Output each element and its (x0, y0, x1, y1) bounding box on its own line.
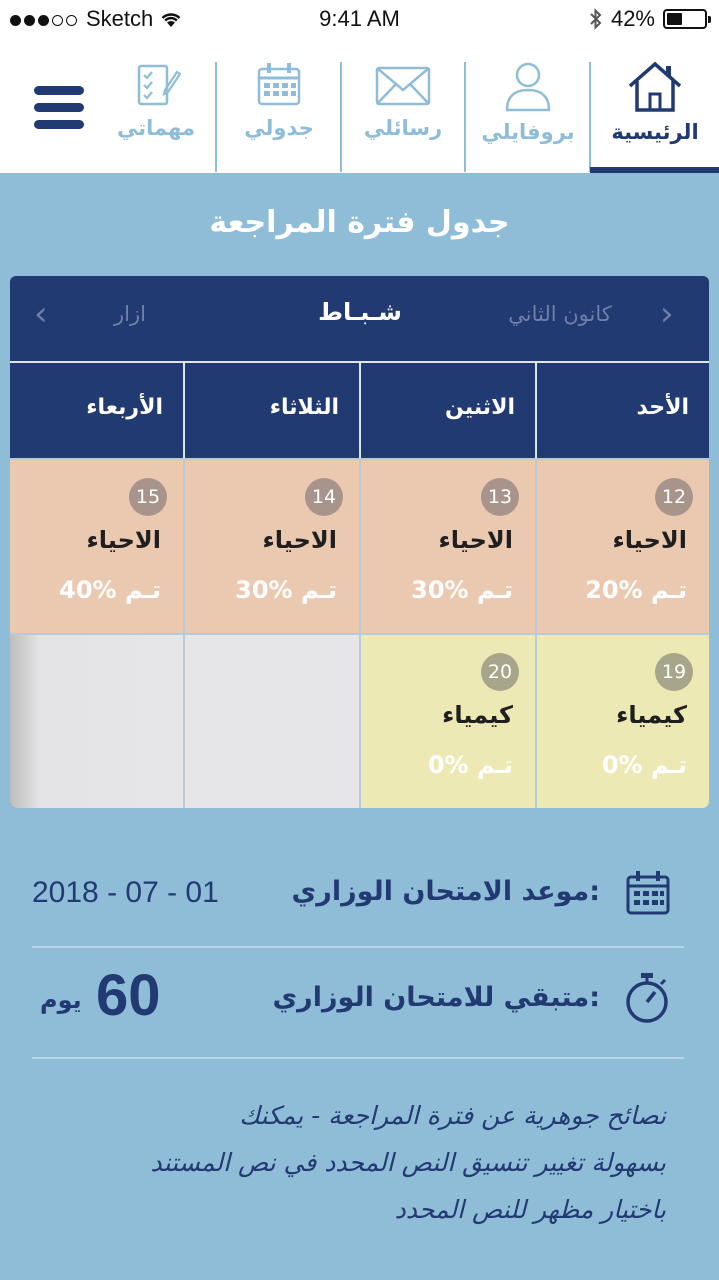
day-subject: كيمياء (442, 701, 513, 729)
day-progress: 30% تـم (411, 576, 513, 604)
day-subject: كيمياء (616, 701, 687, 729)
tab-my-profile[interactable]: بروفايلي (466, 60, 590, 173)
stopwatch-icon (626, 973, 668, 1023)
page-title: جدول فترة المراجعة (209, 205, 510, 240)
tab-home[interactable]: الرئيسية (591, 60, 719, 173)
calendar-icon (626, 871, 670, 915)
bluetooth-icon (590, 8, 602, 30)
calendar-day-cell[interactable]: 14 الاحياء 30% تـم (183, 458, 359, 633)
exam-date-value: 2018 - 07 - 01 (32, 876, 219, 909)
tips-line: بسهولة تغيير تنسيق النص المحدد في نص الم… (150, 1148, 667, 1177)
calendar-icon (257, 63, 301, 106)
day-number: 13 (481, 478, 519, 516)
review-tips-text: نصائح جوهرية عن فترة المراجعة - يمكنك بس… (60, 1092, 667, 1233)
weekday-label: الأحد (535, 363, 709, 460)
tasks-icon (137, 64, 181, 106)
month-prev[interactable]: كانون الثاني (480, 302, 640, 326)
days-remaining-row: متبقي للامتحان الوزاري: 60 يوم (32, 963, 684, 1034)
status-bar: Sketch 9:41 AM 42% (0, 0, 719, 40)
calendar-day-cell[interactable]: 20 كيمياء 0% تـم (359, 633, 535, 808)
day-number: 20 (481, 653, 519, 691)
day-number: 19 (655, 653, 693, 691)
hamburger-menu-icon[interactable] (34, 86, 84, 136)
calendar-empty-cell (183, 633, 359, 808)
calendar-day-cell[interactable]: 13 الاحياء 30% تـم (359, 458, 535, 633)
day-number: 12 (655, 478, 693, 516)
profile-icon (505, 62, 551, 112)
day-progress: 20% تـم (585, 576, 687, 604)
calendar-empty-cell (10, 633, 183, 808)
chevron-right-icon[interactable]: › (660, 294, 674, 334)
calendar-day-cell[interactable]: 15 الاحياء 40% تـم (10, 458, 183, 633)
day-progress: 0% تـم (427, 751, 513, 779)
tips-line: نصائح جوهرية عن فترة المراجعة - يمكنك (239, 1101, 666, 1130)
weekday-label: الاثنين (359, 363, 535, 460)
month-switcher: › كانون الثاني شـبـاط ازار ‹ (10, 276, 709, 361)
day-number: 15 (129, 478, 167, 516)
day-progress: 30% تـم (235, 576, 337, 604)
calendar-day-cell[interactable]: 19 كيمياء 0% تـم (535, 633, 709, 808)
exam-date-label: موعد الامتحان الوزاري: (291, 876, 600, 907)
day-subject: الاحياء (438, 526, 513, 554)
day-subject: الاحياء (612, 526, 687, 554)
weekday-header: الأحد الاثنين الثلاثاء الأربعاء (10, 361, 709, 460)
day-subject: الاحياء (262, 526, 337, 554)
day-progress: 0% تـم (601, 751, 687, 779)
divider (32, 946, 684, 948)
tab-my-schedule[interactable]: جدولي (218, 60, 340, 173)
days-remaining-unit: يوم (40, 986, 82, 1014)
active-tab-indicator (590, 167, 719, 173)
top-nav: مهماتي جدولي رسائلي بروفايلي الرئيسية (0, 40, 719, 173)
chevron-left-icon[interactable]: ‹ (34, 294, 48, 334)
day-subject: الاحياء (86, 526, 161, 554)
tab-my-messages[interactable]: رسائلي (342, 60, 464, 173)
days-remaining-label: متبقي للامتحان الوزاري: (272, 982, 600, 1013)
day-progress: 40% تـم (59, 576, 161, 604)
tab-label: جدولي (244, 116, 314, 140)
battery-percent: 42% (610, 6, 655, 31)
tab-label: الرئيسية (611, 120, 699, 144)
divider (32, 1057, 684, 1059)
tab-label: رسائلي (363, 116, 443, 140)
home-icon (628, 61, 682, 112)
weekday-label: الثلاثاء (183, 363, 359, 460)
day-number: 14 (305, 478, 343, 516)
tab-label: مهماتي (117, 116, 195, 140)
exam-date-row: موعد الامتحان الوزاري: 2018 - 07 - 01 (32, 866, 684, 922)
review-calendar: › كانون الثاني شـبـاط ازار ‹ الأحد الاثن… (10, 276, 709, 808)
days-remaining-value: 60 (96, 963, 161, 1028)
tips-line: باختيار مظهر للنص المحدد (394, 1195, 666, 1224)
envelope-icon (375, 66, 431, 106)
month-next[interactable]: ازار (90, 302, 170, 326)
month-current: شـبـاط (318, 298, 402, 326)
calendar-day-cell[interactable]: 12 الاحياء 20% تـم (535, 458, 709, 633)
battery-icon (663, 9, 711, 29)
battery-info: 42% (589, 6, 711, 32)
nav-divider (215, 62, 217, 172)
tab-my-tasks[interactable]: مهماتي (96, 60, 216, 173)
tab-label: بروفايلي (481, 120, 575, 144)
weekday-label: الأربعاء (86, 395, 163, 420)
